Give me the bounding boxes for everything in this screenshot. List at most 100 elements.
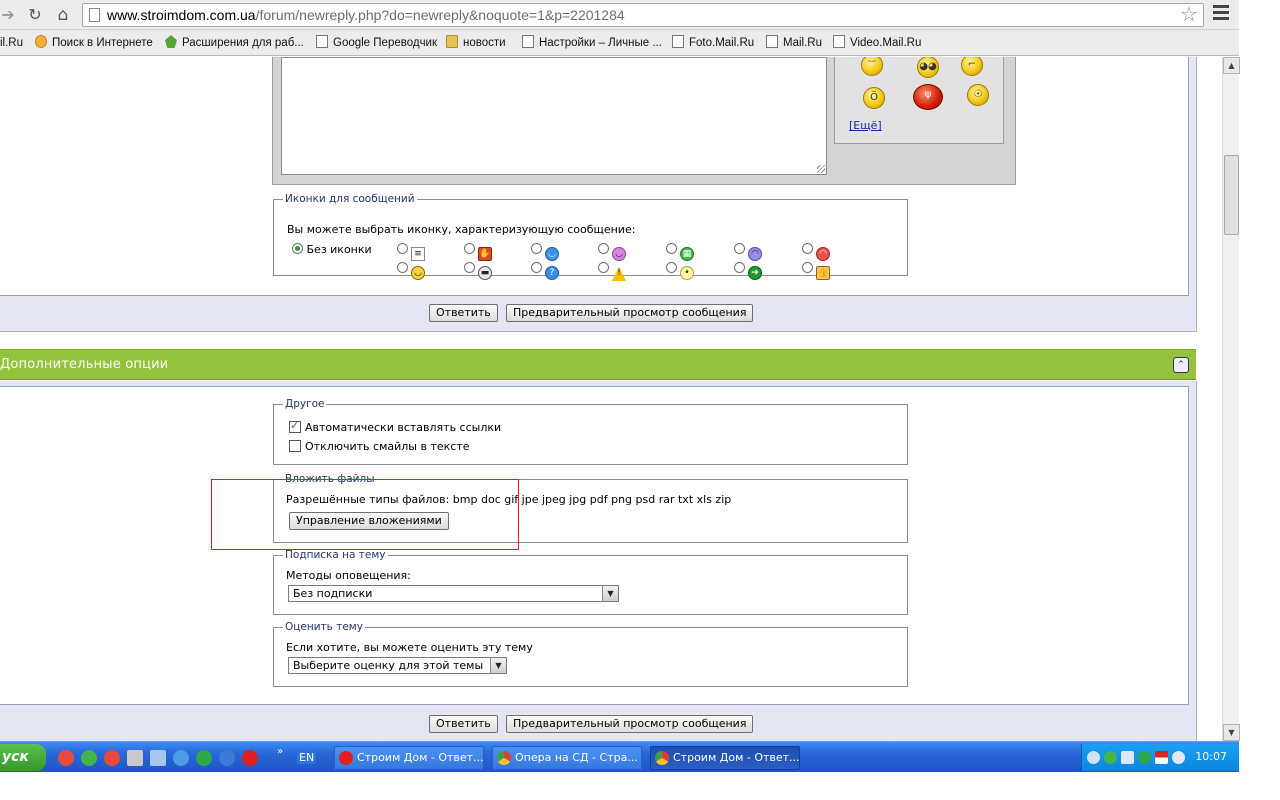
radio-no-icon[interactable]: [292, 243, 303, 254]
language-indicator[interactable]: EN: [297, 751, 317, 764]
quicklaunch-more-icon[interactable]: »: [277, 746, 283, 757]
radio-icon[interactable]: [464, 243, 475, 254]
home-icon[interactable]: ⌂: [52, 4, 74, 26]
forward-arrow-icon[interactable]: ➔: [0, 4, 16, 26]
radio-icon[interactable]: [666, 262, 677, 273]
radio-icon[interactable]: [531, 243, 542, 254]
no-icon-option[interactable]: Без иконки: [292, 243, 372, 256]
additional-options-header[interactable]: Дополнительные опции ⌃: [0, 349, 1196, 380]
allowed-file-types: Разрешённые типы файлов: bmp doc gif jpe…: [286, 493, 732, 506]
more-smilies-link[interactable]: [Ещё]: [849, 119, 882, 132]
post-icon-option[interactable]: ◡: [531, 243, 559, 261]
desktop-icon[interactable]: [150, 750, 166, 766]
smile-purple-icon: ◡: [612, 247, 626, 261]
radio-icon[interactable]: [734, 262, 745, 273]
post-icons-fieldset: Иконки для сообщений Вы можете выбрать и…: [273, 193, 908, 281]
post-icon-option[interactable]: ◡: [397, 262, 425, 280]
post-icon-option[interactable]: ?: [531, 262, 559, 280]
scroll-up-icon[interactable]: ▲: [1223, 57, 1240, 74]
disable-smilies-checkbox[interactable]: [289, 440, 301, 452]
post-icon-option[interactable]: !: [598, 262, 626, 281]
rating-select[interactable]: Выберите оценку для этой темы ▼: [288, 657, 507, 674]
auto-links-checkbox[interactable]: [289, 419, 301, 433]
post-icon-option[interactable]: ◠: [734, 243, 762, 261]
flag-icon[interactable]: [1155, 751, 1168, 764]
submit-reply-button[interactable]: Ответить: [429, 304, 498, 322]
manage-attachments-button[interactable]: Управление вложениями: [289, 512, 449, 530]
address-bar[interactable]: www.stroimdom.com.ua/forum/newreply.php?…: [82, 3, 1204, 27]
volume-icon[interactable]: [1172, 751, 1185, 764]
opera-icon[interactable]: [242, 750, 258, 766]
auto-links-option[interactable]: Автоматически вставлять ссылки: [289, 419, 501, 434]
signal-icon[interactable]: [1121, 751, 1134, 764]
clover-icon[interactable]: [1104, 751, 1117, 764]
preview-post-button[interactable]: Предварительный просмотр сообщения: [506, 304, 754, 322]
vertical-scrollbar[interactable]: ▲ ▼: [1222, 57, 1240, 741]
globe-icon[interactable]: [219, 750, 235, 766]
radio-icon[interactable]: [666, 243, 677, 254]
windows-taskbar: уск » EN Строим Дом - Ответ... Опера на …: [0, 741, 1239, 772]
resize-grip-icon[interactable]: [817, 165, 825, 173]
post-icon-option[interactable]: ✋: [464, 243, 492, 261]
tray-expand-icon[interactable]: [1087, 751, 1100, 764]
clover-icon[interactable]: [81, 750, 97, 766]
subscription-select[interactable]: Без подписки ▼: [288, 585, 619, 602]
taskbar-window-active[interactable]: Строим Дом - Ответ...: [650, 746, 800, 770]
radio-icon[interactable]: [464, 262, 475, 273]
tool-icon[interactable]: [127, 750, 143, 766]
post-icon-option[interactable]: ➔: [734, 262, 762, 280]
chrome-icon[interactable]: [58, 750, 74, 766]
browser-icon[interactable]: [104, 750, 120, 766]
message-textarea[interactable]: [281, 57, 827, 175]
devil-smilie-icon[interactable]: ψ: [913, 84, 943, 110]
post-icon-option[interactable]: ◡: [598, 243, 626, 261]
preview-post-button-bottom[interactable]: Предварительный просмотр сообщения: [506, 715, 754, 733]
post-icon-option[interactable]: ◠: [802, 243, 830, 261]
radio-icon[interactable]: [397, 262, 408, 273]
bookmark-star-icon[interactable]: ☆: [1180, 3, 1198, 25]
scroll-thumb[interactable]: [1224, 155, 1239, 235]
page-icon: [766, 35, 778, 48]
scroll-down-icon[interactable]: ▼: [1223, 724, 1240, 741]
bookmark-item[interactable]: Настройки – Личные ...: [522, 35, 662, 51]
radio-icon[interactable]: [598, 262, 609, 273]
taskbar-window[interactable]: Строим Дом - Ответ...: [334, 746, 484, 770]
radio-icon[interactable]: [397, 243, 408, 254]
smilie-icon[interactable]: ☉: [967, 84, 989, 106]
bookmark-item[interactable]: Video.Mail.Ru: [833, 35, 921, 51]
page-icon: [316, 35, 328, 48]
utorrent-icon[interactable]: [196, 750, 212, 766]
bookmark-item[interactable]: Расширения для раб...: [165, 35, 304, 51]
chevron-down-icon: ▼: [490, 658, 506, 673]
collapse-icon[interactable]: ⌃: [1173, 357, 1189, 373]
bookmark-item[interactable]: Поиск в Интернете: [35, 35, 153, 51]
post-icon-option[interactable]: ▦: [666, 243, 694, 261]
bookmark-item[interactable]: il.Ru: [0, 35, 23, 51]
smilie-icon[interactable]: Ö: [863, 87, 885, 109]
radio-icon[interactable]: [802, 262, 813, 273]
bookmark-item[interactable]: Foto.Mail.Ru: [672, 35, 754, 51]
reload-icon[interactable]: ↻: [24, 4, 46, 26]
post-icon-option[interactable]: •: [666, 262, 694, 280]
radio-icon[interactable]: [802, 243, 813, 254]
bookmark-item[interactable]: Mail.Ru: [766, 35, 822, 51]
radio-icon[interactable]: [531, 262, 542, 273]
document-icon: ≡: [411, 247, 425, 261]
start-button[interactable]: уск: [0, 744, 46, 771]
smilie-icon[interactable]: ◕◕: [917, 57, 939, 78]
post-icon-option[interactable]: 👍: [802, 262, 830, 280]
radio-icon[interactable]: [734, 243, 745, 254]
taskbar-window[interactable]: Опера на СД - Стра...: [492, 746, 642, 770]
smilie-icon[interactable]: ⌐: [961, 57, 983, 76]
disable-smilies-option[interactable]: Отключить смайлы в тексте: [289, 440, 470, 453]
ie-icon[interactable]: [173, 750, 189, 766]
post-icon-option[interactable]: ▬: [464, 262, 492, 280]
smilie-icon[interactable]: ᵔᵔ: [861, 57, 883, 76]
menu-icon[interactable]: [1213, 5, 1229, 23]
bookmark-item[interactable]: Google Переводчик: [316, 35, 437, 51]
submit-reply-button-bottom[interactable]: Ответить: [429, 715, 498, 733]
radio-icon[interactable]: [598, 243, 609, 254]
bookmark-item[interactable]: новости: [446, 35, 506, 51]
post-icon-option[interactable]: ≡: [397, 243, 425, 261]
utorrent-icon[interactable]: [1138, 751, 1151, 764]
